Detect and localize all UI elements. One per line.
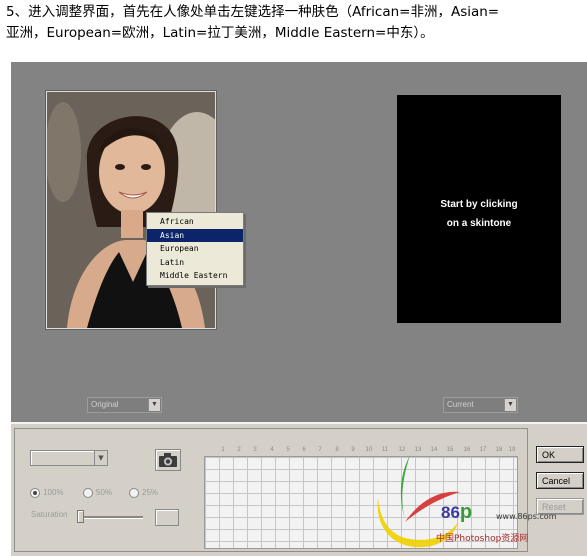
preset-combo[interactable]: ▼: [30, 450, 108, 466]
menu-item-african[interactable]: African: [147, 215, 243, 229]
camera-button[interactable]: [155, 449, 181, 471]
tick-label: 7: [318, 447, 322, 453]
radio-25-label: 25%: [142, 488, 159, 498]
radio-50-label: 50%: [96, 488, 113, 498]
tick-label: 3: [253, 447, 257, 453]
watermark-number: 86p: [441, 501, 472, 524]
radio-100[interactable]: 100%: [30, 488, 63, 498]
current-select-value: Current: [447, 400, 474, 409]
tick-label: 2: [237, 447, 241, 453]
radio-dot: [83, 488, 93, 498]
instruction-line-2: 亚洲，European=欧洲，Latin=拉丁美洲，Middle Eastern…: [6, 25, 434, 41]
preview-message: Start by clicking on a skintone: [397, 195, 561, 233]
instruction-text: 5、进入调整界面，首先在人像处单击左键选择一种肤色（African=非洲，Asi…: [6, 2, 584, 44]
tick-label: 8: [335, 447, 339, 453]
instruction-line-1: 5、进入调整界面，首先在人像处单击左键选择一种肤色（African=非洲，Asi…: [6, 4, 500, 20]
menu-item-asian[interactable]: Asian: [147, 228, 243, 242]
tick-label: 6: [302, 447, 306, 453]
watermark-number-digits: 86: [441, 503, 460, 522]
watermark-number-p: p: [459, 501, 473, 523]
tick-label: 5: [286, 447, 290, 453]
preview-message-line-1: Start by clicking: [440, 199, 518, 210]
skin-type-context-menu: African Asian European Latin Middle East…: [146, 212, 244, 286]
tick-label: 9: [351, 447, 355, 453]
current-select[interactable]: Current ▼: [443, 397, 518, 413]
original-select[interactable]: Original ▼: [87, 397, 162, 413]
saturation-label: Saturation: [31, 510, 68, 519]
saturation-slider-thumb[interactable]: [77, 510, 84, 523]
preview-area: African Asian European Latin Middle East…: [11, 62, 587, 422]
chevron-down-icon: ▼: [148, 399, 160, 411]
original-select-value: Original: [91, 400, 119, 409]
portrait-photo[interactable]: [47, 92, 215, 328]
menu-item-european[interactable]: European: [147, 242, 243, 256]
chevron-down-icon: ▼: [504, 399, 516, 411]
chevron-down-icon: ▼: [94, 451, 107, 465]
portrait-illustration: [47, 92, 215, 328]
preview-message-line-2: on a skintone: [446, 218, 512, 229]
original-photo-frame[interactable]: [46, 91, 216, 329]
saturation-slider-track[interactable]: [77, 516, 143, 519]
radio-dot: [129, 488, 139, 498]
radio-dot: [30, 488, 40, 498]
tick-label: 1: [221, 447, 225, 453]
camera-icon: [159, 453, 177, 467]
menu-item-middle-eastern[interactable]: Middle Eastern: [147, 269, 243, 283]
result-preview: Start by clicking on a skintone: [397, 95, 561, 323]
watermark-name: 中国Photoshop资源网: [436, 534, 529, 544]
radio-25[interactable]: 25%: [129, 488, 158, 498]
saturation-value-box[interactable]: [155, 509, 179, 526]
radio-50[interactable]: 50%: [83, 488, 112, 498]
tick-label: 4: [270, 447, 274, 453]
radio-100-label: 100%: [43, 488, 64, 498]
menu-item-latin[interactable]: Latin: [147, 256, 243, 270]
watermark-url: www.86ps.com: [496, 512, 557, 521]
